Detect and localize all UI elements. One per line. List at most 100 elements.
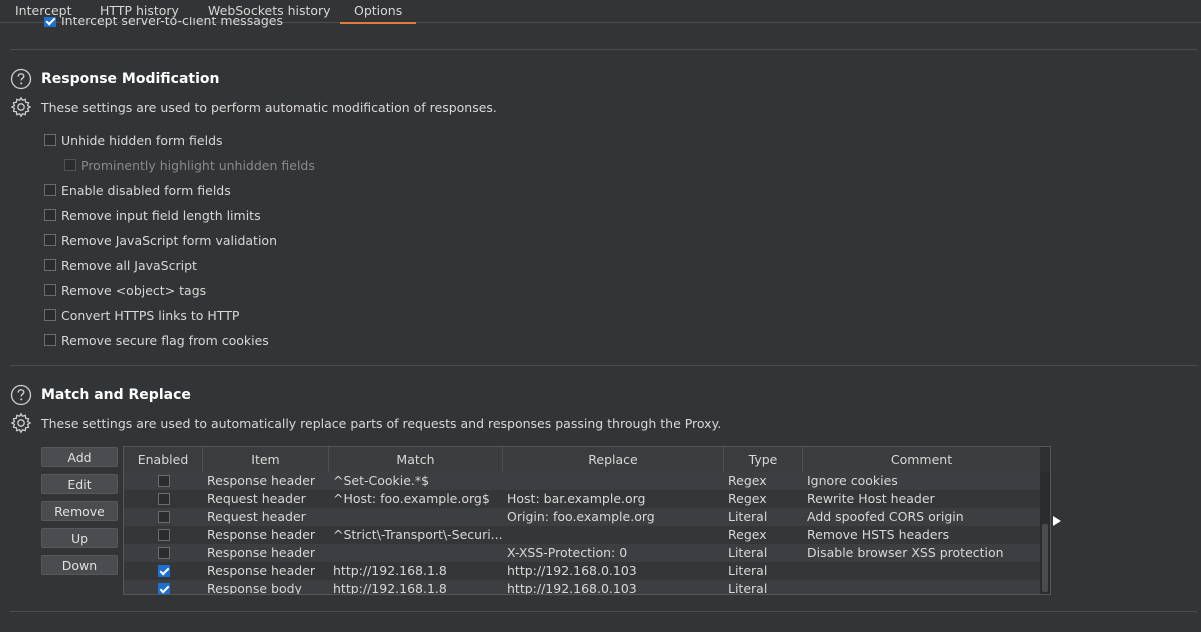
match-replace-table: Enabled Item Match Replace Type Comment … (123, 446, 1051, 595)
gear-icon[interactable] (10, 96, 32, 118)
expand-arrow-icon[interactable] (1053, 516, 1061, 526)
cell-item: Request header (207, 509, 306, 524)
checkbox[interactable] (44, 309, 56, 321)
table-row[interactable]: Response header ^Strict\-Transport\-Secu… (124, 526, 1040, 544)
option-label: Prominently highlight unhidden fields (81, 157, 315, 173)
row-enabled-checkbox[interactable] (158, 547, 170, 559)
cell-replace: X-XSS-Protection: 0 (507, 545, 628, 560)
cell-replace: Origin: foo.example.org (507, 509, 655, 524)
cell-item: Response header (207, 545, 316, 560)
column-header-enabled[interactable]: Enabled (124, 447, 203, 472)
cell-match: ^Set-Cookie.*$ (333, 473, 430, 488)
add-button[interactable]: Add (41, 447, 118, 467)
cell-comment (803, 562, 1040, 580)
divider (10, 365, 1197, 366)
row-enabled-checkbox[interactable] (158, 565, 170, 577)
tab-options[interactable]: Options (340, 3, 417, 24)
up-button[interactable]: Up (41, 528, 118, 548)
cell-type: Literal (728, 581, 768, 595)
option-remove-secure-flag[interactable]: Remove secure flag from cookies (44, 332, 269, 348)
table-row[interactable]: Request header ^Host: foo.example.org$ H… (124, 490, 1040, 508)
checkbox[interactable] (44, 234, 56, 246)
checkbox[interactable] (44, 134, 56, 146)
option-enable-disabled-fields[interactable]: Enable disabled form fields (44, 182, 231, 198)
cell-match (329, 544, 503, 562)
checkbox[interactable] (44, 284, 56, 296)
cell-type: Literal (728, 545, 768, 560)
cell-item: Request header (207, 491, 306, 506)
row-enabled-checkbox[interactable] (158, 529, 170, 541)
checkbox[interactable] (44, 209, 56, 221)
checkbox[interactable] (44, 259, 56, 271)
cell-comment: Remove HSTS headers (807, 527, 950, 542)
table-header: Enabled Item Match Replace Type Comment (124, 447, 1040, 473)
response-modification-description: These settings are used to perform autom… (41, 100, 497, 115)
cell-type: Literal (728, 563, 768, 578)
option-highlight-unhidden-fields[interactable]: Prominently highlight unhidden fields (64, 157, 315, 173)
cell-match: http://192.168.1.8 (333, 563, 447, 578)
table-row[interactable]: Response header X-XSS-Protection: 0 Lite… (124, 544, 1040, 562)
option-label: Enable disabled form fields (61, 182, 231, 198)
table-row[interactable]: Response body http://192.168.1.8 http://… (124, 580, 1040, 595)
column-header-replace[interactable]: Replace (503, 447, 724, 472)
option-label: Remove input field length limits (61, 207, 261, 223)
option-label: Convert HTTPS links to HTTP (61, 307, 240, 323)
option-remove-js-validation[interactable]: Remove JavaScript form validation (44, 232, 277, 248)
match-replace-description: These settings are used to automatically… (41, 416, 722, 431)
row-enabled-checkbox[interactable] (158, 493, 170, 505)
cell-item: Response body (207, 581, 302, 595)
option-label: Remove all JavaScript (61, 257, 197, 273)
option-unhide-hidden-fields[interactable]: Unhide hidden form fields (44, 132, 223, 148)
edit-button[interactable]: Edit (41, 474, 118, 494)
cell-match (329, 508, 503, 526)
scrollbar-thumb[interactable] (1042, 524, 1048, 592)
cell-replace: http://192.168.0.103 (507, 563, 637, 578)
cell-item: Response header (207, 563, 316, 578)
cell-item: Response header (207, 527, 316, 542)
divider (10, 49, 1197, 50)
table-scrollbar[interactable] (1040, 472, 1050, 594)
cell-type: Literal (728, 509, 768, 524)
option-label: Remove JavaScript form validation (61, 232, 277, 248)
column-header-type[interactable]: Type (724, 447, 803, 472)
checkbox[interactable] (44, 334, 56, 346)
option-label: Remove <object> tags (61, 282, 207, 298)
column-header-item[interactable]: Item (203, 447, 329, 472)
cell-replace (503, 472, 724, 490)
remove-button[interactable]: Remove (41, 501, 118, 521)
cell-item: Response header (207, 473, 316, 488)
cell-replace (503, 526, 724, 544)
cell-replace: Host: bar.example.org (507, 491, 646, 506)
row-enabled-checkbox[interactable] (158, 583, 170, 594)
cell-comment: Disable browser XSS protection (807, 545, 1004, 560)
down-button[interactable]: Down (41, 555, 118, 575)
match-replace-title: Match and Replace (41, 387, 191, 403)
cell-replace: http://192.168.0.103 (507, 581, 637, 595)
option-remove-object-tags[interactable]: Remove <object> tags (44, 282, 206, 298)
column-header-match[interactable]: Match (329, 447, 503, 472)
column-header-comment[interactable]: Comment (803, 447, 1040, 472)
checkbox[interactable] (44, 184, 56, 196)
cell-type: Regex (728, 473, 767, 488)
cell-match: ^Strict\-Transport\-Securi... (333, 527, 503, 542)
help-icon[interactable] (10, 384, 32, 406)
checkbox[interactable] (64, 159, 76, 171)
cell-match: http://192.168.1.8 (333, 581, 447, 595)
help-icon[interactable] (10, 68, 32, 90)
row-enabled-checkbox[interactable] (158, 475, 170, 487)
row-enabled-checkbox[interactable] (158, 511, 170, 523)
option-remove-length-limits[interactable]: Remove input field length limits (44, 207, 261, 223)
cell-comment (803, 580, 1040, 594)
intercept-server-messages-checkbox[interactable] (44, 17, 56, 27)
table-row[interactable]: Request header Origin: foo.example.org L… (124, 508, 1040, 526)
option-convert-https-links[interactable]: Convert HTTPS links to HTTP (44, 307, 239, 323)
intercept-server-messages-label: Intercept server-to-client messages (61, 17, 284, 28)
option-label: Unhide hidden form fields (61, 132, 223, 148)
table-row[interactable]: Response header http://192.168.1.8 http:… (124, 562, 1040, 580)
cell-comment: Ignore cookies (807, 473, 898, 488)
option-remove-all-js[interactable]: Remove all JavaScript (44, 257, 197, 273)
table-row[interactable]: Response header ^Set-Cookie.*$ Regex Ign… (124, 472, 1040, 490)
intercept-server-messages-option[interactable]: Intercept server-to-client messages (44, 17, 283, 31)
cell-match: ^Host: foo.example.org$ (333, 491, 490, 506)
gear-icon[interactable] (10, 412, 32, 434)
